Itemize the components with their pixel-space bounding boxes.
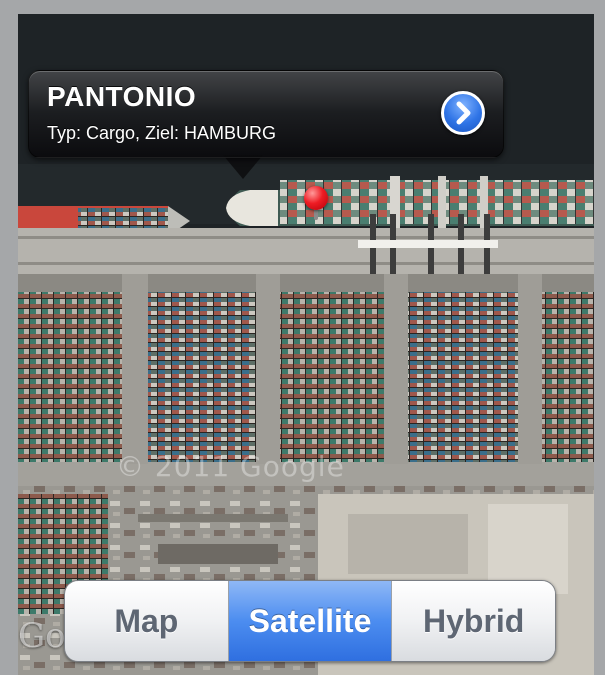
callout-pointer xyxy=(223,155,263,179)
vessel-details: Typ: Cargo, Ziel: HAMBURG xyxy=(47,123,277,143)
map-watermark: © 2011 Google xyxy=(116,450,345,483)
map-type-hybrid-button[interactable]: Hybrid xyxy=(391,581,555,661)
google-logo[interactable]: Go xyxy=(18,616,66,656)
vessel-callout[interactable]: PANTONIO Typ: Cargo, Ziel: HAMBURG xyxy=(28,70,504,158)
detail-disclosure-button[interactable] xyxy=(441,91,485,135)
chevron-right-icon xyxy=(456,101,471,125)
map-type-map-button[interactable]: Map xyxy=(65,581,228,661)
satellite-map[interactable]: PANTONIO Typ: Cargo, Ziel: HAMBURG © 201… xyxy=(18,14,594,675)
map-type-segmented-control[interactable]: Map Satellite Hybrid xyxy=(64,580,556,662)
device-frame: PANTONIO Typ: Cargo, Ziel: HAMBURG © 201… xyxy=(0,0,605,675)
ship-location-pin[interactable] xyxy=(304,186,328,210)
map-type-satellite-button[interactable]: Satellite xyxy=(227,581,392,661)
vessel-name: PANTONIO xyxy=(47,81,197,112)
